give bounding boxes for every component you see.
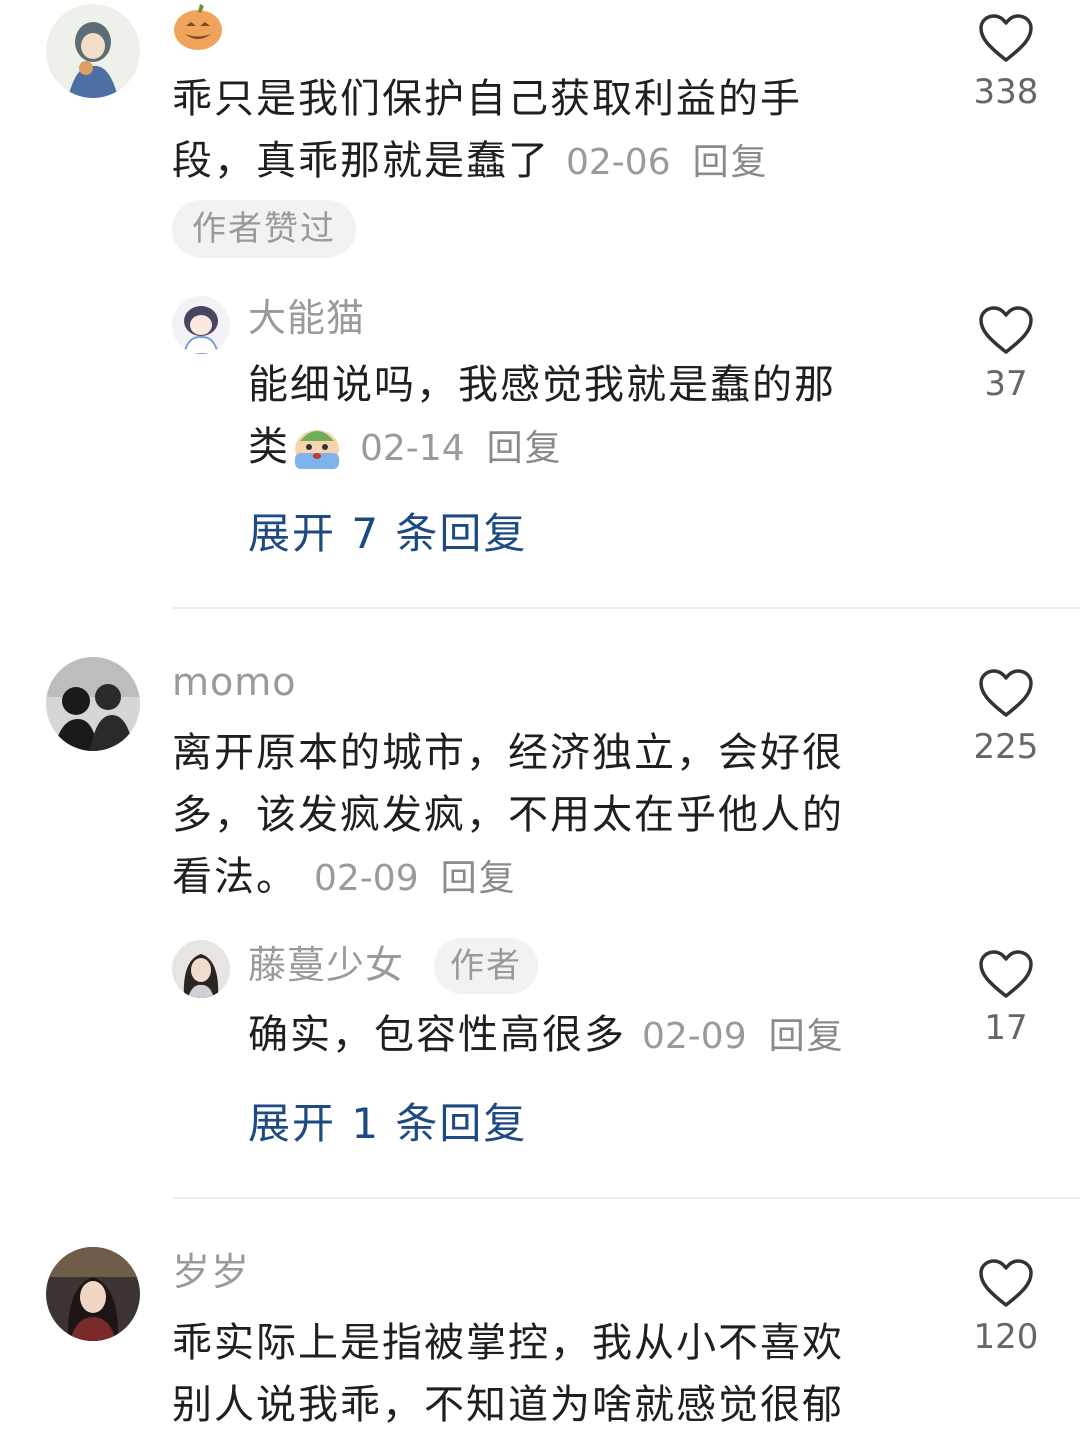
pumpkin-emoji — [172, 2, 224, 52]
expand-replies-button[interactable]: 展开 1 条回复 — [248, 1096, 527, 1152]
reply-date: 02-14 — [360, 428, 465, 469]
comment-date: 02-09 — [314, 858, 419, 899]
heart-icon — [979, 306, 1033, 354]
avatar[interactable] — [172, 940, 230, 998]
username[interactable]: momo — [172, 658, 297, 706]
comment-text: 离开原本的城市，经济独立，会好很 多，该发疯发疯，不用太在乎他人的 看法。 02-… — [172, 730, 844, 900]
comment-date: 02-06 — [566, 142, 671, 183]
divider — [172, 1197, 1080, 1199]
expand-replies-button[interactable]: 展开 7 条回复 — [248, 506, 527, 562]
avatar[interactable] — [46, 4, 140, 98]
like-count: 120 — [973, 1317, 1039, 1357]
like-count: 37 — [984, 364, 1028, 404]
author-tag: 作者 — [434, 938, 538, 994]
username[interactable]: 大能猫 — [248, 294, 365, 342]
comment-text: 乖只是我们保护自己获取利益的手 段，真乖那就是蠢了 02-06 回复 — [172, 76, 802, 184]
heart-icon — [979, 950, 1033, 998]
reply-button[interactable]: 回复 — [693, 142, 769, 183]
like-count: 225 — [973, 727, 1039, 767]
like-button[interactable]: 225 — [956, 669, 1056, 767]
crying-emoji — [290, 419, 344, 471]
avatar[interactable] — [46, 657, 140, 751]
like-count: 17 — [984, 1008, 1028, 1048]
reply-date: 02-09 — [642, 1016, 747, 1057]
heart-icon — [979, 1259, 1033, 1307]
reply-text: 确实，包容性高很多 02-09 回复 — [248, 1012, 845, 1058]
reply-button[interactable]: 回复 — [487, 428, 563, 469]
divider — [172, 607, 1080, 609]
like-count: 338 — [973, 72, 1039, 112]
reply-button[interactable]: 回复 — [769, 1016, 845, 1057]
like-button[interactable]: 37 — [956, 306, 1056, 404]
comment-text: 乖实际上是指被掌控，我从小不喜欢 别人说我乖，不知道为啥就感觉很郁 — [172, 1320, 844, 1428]
avatar[interactable] — [46, 1247, 140, 1341]
author-liked-badge: 作者赞过 — [172, 200, 356, 258]
like-button[interactable]: 17 — [956, 950, 1056, 1048]
heart-icon — [979, 669, 1033, 717]
username[interactable]: 岁岁 — [172, 1248, 250, 1296]
reply-button[interactable]: 回复 — [441, 858, 517, 899]
username[interactable]: 藤蔓少女 — [248, 941, 404, 989]
like-button[interactable]: 120 — [956, 1259, 1056, 1357]
avatar[interactable] — [172, 296, 230, 354]
reply-text: 能细说吗，我感觉我就是蠢的那 类 02-14 回复 — [248, 362, 836, 471]
like-button[interactable]: 338 — [956, 14, 1056, 112]
heart-icon — [979, 14, 1033, 62]
